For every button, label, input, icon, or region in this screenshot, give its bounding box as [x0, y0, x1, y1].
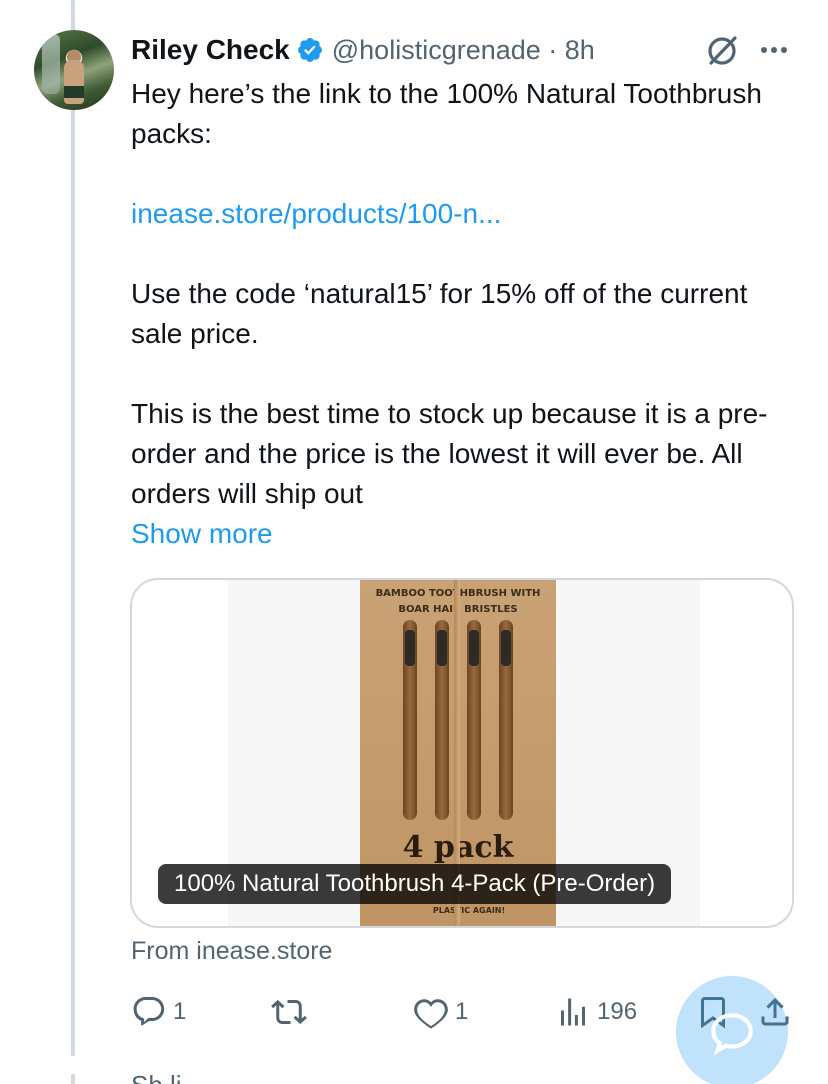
repost-icon [271, 999, 307, 1025]
toothbrush [499, 620, 513, 820]
grok-icon[interactable] [702, 30, 742, 70]
verified-badge-icon [297, 38, 322, 62]
reply-button[interactable]: 1 [131, 990, 186, 1034]
repost-button[interactable] [271, 990, 307, 1034]
view-count: 196 [597, 998, 638, 1025]
post-header: Riley Check @holisticgrenade · 8h [131, 30, 595, 70]
more-options-icon[interactable] [756, 32, 792, 68]
compose-reply-fab[interactable] [676, 976, 788, 1084]
post-paragraph: This is the best time to stock up becaus… [131, 398, 768, 509]
views-icon [561, 998, 585, 1026]
heart-icon [414, 999, 448, 1029]
views-button[interactable]: 196 [555, 990, 637, 1034]
avatar[interactable] [34, 30, 114, 110]
post-paragraph: Use the code ‘natural15’ for 15% off of … [131, 278, 748, 349]
reply-count: 1 [173, 998, 187, 1025]
reply-icon [133, 997, 165, 1027]
thread-line-bottom [71, 1074, 75, 1084]
toothbrush [467, 620, 481, 820]
card-source[interactable]: From inease.store [131, 934, 332, 968]
like-count: 1 [455, 998, 469, 1025]
thread-line [71, 0, 75, 1056]
like-button[interactable]: 1 [413, 990, 468, 1034]
avatar-shorts [64, 86, 84, 98]
toothbrush [435, 620, 449, 820]
author-name[interactable]: Riley Check [131, 34, 290, 66]
link-preview-card[interactable]: BAMBOO TOOTHBRUSH WITH BOAR HAIR BRISTLE… [130, 578, 794, 928]
avatar-waterfall [42, 34, 60, 94]
box-bottom-label: PLASTIC AGAIN! [432, 906, 506, 915]
show-more-link[interactable]: Show more [131, 514, 273, 554]
toothbrush [403, 620, 417, 820]
chat-bubble-icon [711, 1013, 753, 1056]
post-paragraph: Hey here’s the link to the 100% Natural … [131, 78, 762, 149]
post-link[interactable]: inease.store/products/100-n... [131, 194, 501, 234]
author-handle-time[interactable]: @holisticgrenade · 8h [332, 35, 595, 66]
card-title: 100% Natural Toothbrush 4-Pack (Pre-Orde… [158, 864, 672, 904]
cut-off-text: Sh li [131, 1070, 182, 1084]
